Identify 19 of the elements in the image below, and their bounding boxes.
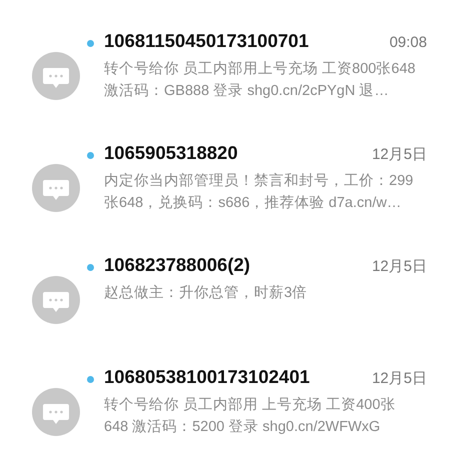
message-preview: 转个号给你 员工内部用 上号充场 工资400张 bbox=[104, 396, 396, 415]
message-time: 09:08 bbox=[389, 34, 427, 51]
chat-bubble-avatar-icon bbox=[32, 276, 80, 324]
chat-bubble-avatar-icon bbox=[32, 52, 80, 100]
message-time: 12月5日 bbox=[372, 369, 427, 388]
message-preview: 转个号给你 员工内部用上号充场 工资800张648 bbox=[104, 60, 416, 79]
sender-number: 106823788006(2) bbox=[104, 254, 250, 276]
sender-number: 10681150450173100701 bbox=[104, 30, 309, 52]
sender-number: 1065905318820 bbox=[104, 142, 238, 164]
message-preview: 内定你当内部管理员！禁言和封号，工价：299 bbox=[104, 172, 414, 191]
message-preview: 激活码：GB888 登录 shg0.cn/2cPYgN 退… bbox=[104, 82, 390, 101]
message-time: 12月5日 bbox=[372, 257, 427, 276]
message-preview: 648 激活码：5200 登录 shg0.cn/2WFWxG bbox=[104, 418, 382, 437]
chat-bubble-avatar-icon bbox=[32, 388, 80, 436]
message-preview: 赵总做主：升你总管，时薪3倍 bbox=[104, 284, 308, 303]
message-time: 12月5日 bbox=[372, 145, 427, 164]
sender-number: 10680538100173102401 bbox=[104, 366, 310, 388]
message-preview: 张648，兑换码：s686，推荐体验 d7a.cn/w… bbox=[104, 194, 402, 213]
chat-bubble-avatar-icon bbox=[32, 164, 80, 212]
